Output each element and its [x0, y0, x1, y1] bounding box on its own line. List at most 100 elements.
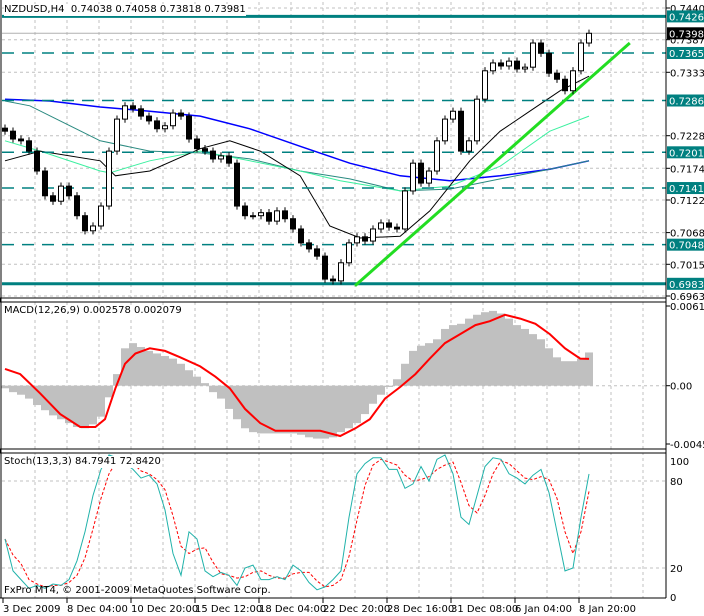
stoch-tick-label: 80 [670, 477, 683, 488]
macd-tick-label: 0.00618 [670, 302, 704, 313]
price-tick-label: 0.72285 [670, 132, 704, 143]
macd-histogram-bar [497, 313, 505, 386]
candle-bullish [426, 170, 432, 184]
candle-bullish [106, 150, 112, 207]
candle-bearish [234, 162, 240, 207]
macd-tick-label: -0.00452 [670, 440, 704, 451]
candle-bearish [130, 105, 136, 110]
candle-bearish [194, 138, 200, 150]
candle-bearish [394, 226, 400, 230]
macd-histogram-bar [545, 348, 553, 386]
macd-histogram-bar [273, 385, 281, 434]
candle-bullish [338, 262, 344, 282]
stoch-tick-label: 100 [670, 457, 689, 468]
candle-bullish [114, 118, 120, 152]
macd-histogram-bar [577, 358, 585, 386]
macd-histogram-bar [81, 385, 89, 429]
price-level-label: 0.70480 [669, 241, 704, 252]
stoch-tick-label: 20 [670, 564, 683, 575]
macd-histogram-bar [369, 385, 377, 404]
time-axis-label: 22 Dec 20:00 [323, 604, 390, 615]
candle-bullish [98, 205, 104, 227]
candle-bullish [354, 236, 360, 244]
macd-histogram-bar [409, 350, 417, 386]
candle-bearish [66, 185, 72, 197]
candle-bullish [274, 210, 280, 222]
candle-bearish [210, 150, 216, 160]
candle-bullish [506, 60, 512, 67]
price-level-label: 0.71418 [669, 184, 704, 195]
candle-bullish [450, 110, 456, 120]
time-axis-label: 18 Dec 04:00 [259, 604, 326, 615]
candle-bearish [562, 78, 568, 92]
candle-bearish [266, 212, 272, 222]
macd-histogram-bar [1, 385, 9, 389]
macd-histogram-bar [505, 318, 513, 386]
macd-histogram-bar [121, 348, 129, 386]
candle-bullish [162, 125, 168, 130]
price-tick-label: 0.71220 [670, 196, 704, 207]
macd-histogram-bar [153, 353, 161, 386]
ma-light-green-line [4, 115, 590, 192]
macd-histogram-bar [425, 343, 433, 386]
candle-bearish [26, 140, 32, 152]
macd-histogram-bar [449, 325, 457, 386]
macd-histogram-bar [329, 385, 337, 438]
macd-histogram-bar [17, 385, 25, 395]
candle-bullish [578, 42, 584, 72]
macd-histogram-bar [353, 385, 361, 424]
price-tick-label: 0.70680 [670, 229, 704, 240]
macd-histogram-bar [177, 363, 185, 386]
macd-histogram-bar [537, 339, 545, 386]
macd-histogram-bar [297, 385, 305, 435]
candle-bearish [138, 108, 144, 117]
candle-bearish [322, 255, 328, 280]
candle-bearish [314, 248, 320, 257]
macd-histogram-bar [393, 379, 401, 386]
macd-histogram-bar [569, 361, 577, 386]
candle-bearish [242, 205, 248, 217]
macd-histogram-bar [105, 385, 113, 398]
macd-histogram-bar [9, 385, 17, 393]
macd-histogram-bar [161, 356, 169, 386]
chart-title: NZDUSD,H4 0.74038 0.74058 0.73818 0.7398… [4, 4, 246, 16]
candle-bullish [402, 190, 408, 230]
candle-bullish [530, 42, 536, 68]
macd-histogram-bar [513, 325, 521, 386]
macd-histogram-bar [281, 385, 289, 434]
macd-histogram-bar [209, 385, 217, 393]
candle-bearish [34, 150, 40, 172]
stoch-label: Stoch(13,3,3) 84.7941 72.8420 [4, 456, 161, 468]
candle-bearish [74, 195, 80, 217]
macd-histogram-bar [185, 370, 193, 386]
price-tick-label: 0.73335 [670, 68, 704, 79]
candle-bullish [570, 70, 576, 92]
candle-bullish [442, 118, 448, 142]
symbol-timeframe: NZDUSD,H4 [4, 4, 65, 15]
price-tick-label: 0.71745 [670, 164, 704, 175]
time-axis-label: 8 Jan 20:00 [579, 604, 636, 615]
price-level-label: 0.72868 [669, 96, 704, 107]
candle-bearish [154, 120, 160, 130]
macd-label: MACD(12,26,9) 0.002578 0.002079 [4, 305, 182, 317]
stoch-main-line [4, 454, 590, 591]
candle-bullish [490, 62, 496, 72]
macd-histogram-bar [521, 328, 529, 386]
candle-bearish [2, 127, 8, 132]
price-level-label: 0.69832 [669, 280, 704, 291]
macd-histogram-bar [241, 385, 249, 429]
time-axis-label: 3 Dec 2009 [3, 604, 61, 615]
candle-bearish [186, 115, 192, 140]
candle-bearish [226, 155, 232, 164]
candle-bullish [378, 222, 384, 230]
candle-bearish [50, 195, 56, 202]
candle-bearish [146, 115, 152, 122]
price-tick-label: 0.70155 [670, 260, 704, 271]
time-axis-label: 31 Dec 08:00 [451, 604, 518, 615]
candle-bearish [10, 130, 16, 140]
candle-bullish [258, 212, 264, 217]
price-level-label: 0.73655 [669, 49, 704, 60]
candle-bullish [90, 225, 96, 232]
macd-histogram-bar [489, 310, 497, 386]
macd-histogram-bar [433, 339, 441, 386]
